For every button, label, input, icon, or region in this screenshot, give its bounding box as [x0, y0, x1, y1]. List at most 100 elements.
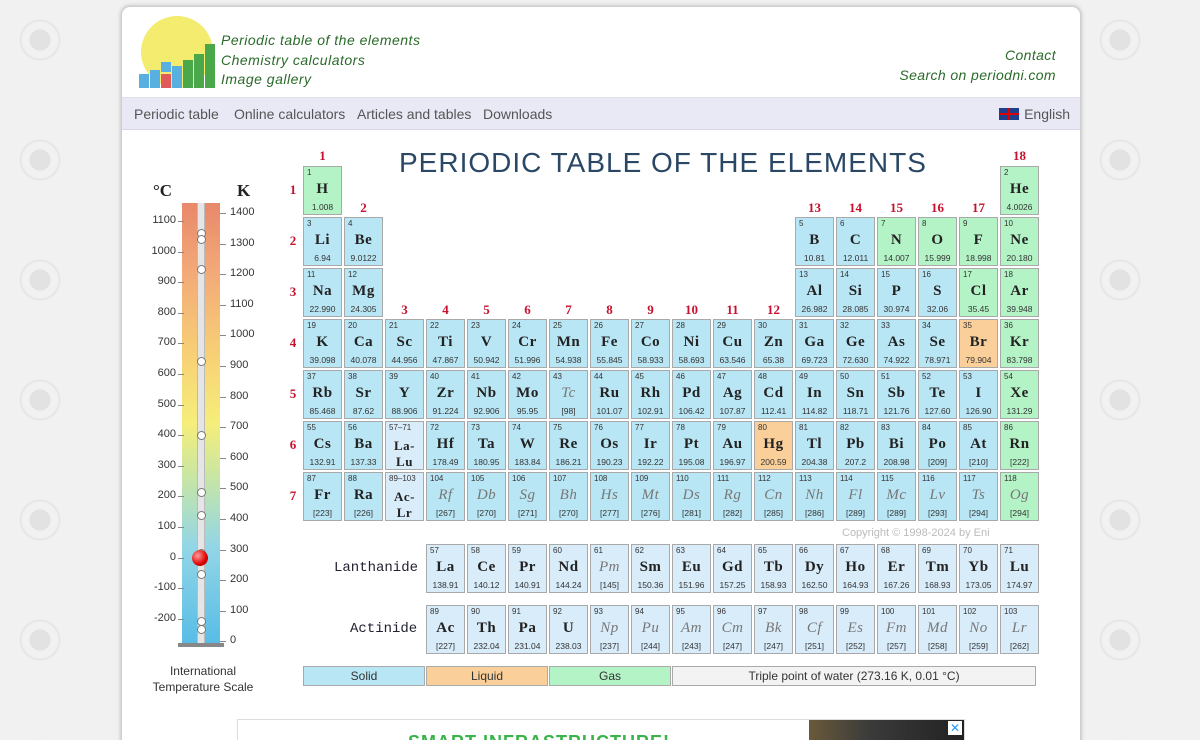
element-cell-lv[interactable]: 116 Lv [293]: [918, 472, 957, 521]
lanthanide-cell-nd[interactable]: 60 Nd 144.24: [549, 544, 588, 593]
lanthanide-cell-lu[interactable]: 71 Lu 174.97: [1000, 544, 1039, 593]
element-cell-at[interactable]: 85 At [210]: [959, 421, 998, 470]
lanthanide-cell-pm[interactable]: 61 Pm [145]: [590, 544, 629, 593]
element-cell-fr[interactable]: 87 Fr [223]: [303, 472, 342, 521]
element-cell-pd[interactable]: 46 Pd 106.42: [672, 370, 711, 419]
element-cell-nh[interactable]: 113 Nh [286]: [795, 472, 834, 521]
nav-online-calculators[interactable]: Online calculators: [234, 106, 345, 122]
element-cell-ba[interactable]: 56 Ba 137.33: [344, 421, 383, 470]
element-cell-ts[interactable]: 117 Ts [294]: [959, 472, 998, 521]
element-cell-rn[interactable]: 86 Rn [222]: [1000, 421, 1039, 470]
actinide-cell-pu[interactable]: 94 Pu [244]: [631, 605, 670, 654]
element-cell-cl[interactable]: 17 Cl 35.45: [959, 268, 998, 317]
element-cell-rb[interactable]: 37 Rb 85.468: [303, 370, 342, 419]
nav-downloads[interactable]: Downloads: [483, 106, 552, 122]
actinide-cell-no[interactable]: 102 No [259]: [959, 605, 998, 654]
lanthanide-cell-sm[interactable]: 62 Sm 150.36: [631, 544, 670, 593]
element-cell-la-lu[interactable]: 57–71 La-Lu: [385, 421, 424, 470]
element-cell-si[interactable]: 14 Si 28.085: [836, 268, 875, 317]
element-cell-br[interactable]: 35 Br 79.904: [959, 319, 998, 368]
lanthanide-cell-pr[interactable]: 59 Pr 140.91: [508, 544, 547, 593]
advertisement-banner[interactable]: SMART INFRASTRUCTURE! ✕: [237, 719, 965, 740]
element-cell-fl[interactable]: 114 Fl [289]: [836, 472, 875, 521]
element-cell-fe[interactable]: 26 Fe 55.845: [590, 319, 629, 368]
link-search[interactable]: Search on periodni.com: [899, 66, 1056, 86]
actinide-cell-cf[interactable]: 98 Cf [251]: [795, 605, 834, 654]
element-cell-cs[interactable]: 55 Cs 132.91: [303, 421, 342, 470]
element-cell-hg[interactable]: 80 Hg 200.59: [754, 421, 793, 470]
nav-periodic-table[interactable]: Periodic table: [134, 106, 219, 122]
element-cell-ge[interactable]: 32 Ge 72.630: [836, 319, 875, 368]
element-cell-co[interactable]: 27 Co 58.933: [631, 319, 670, 368]
element-cell-au[interactable]: 79 Au 196.97: [713, 421, 752, 470]
element-cell-te[interactable]: 52 Te 127.60: [918, 370, 957, 419]
actinide-cell-u[interactable]: 92 U 238.03: [549, 605, 588, 654]
element-cell-ir[interactable]: 77 Ir 192.22: [631, 421, 670, 470]
lanthanide-cell-dy[interactable]: 66 Dy 162.50: [795, 544, 834, 593]
lanthanide-cell-tb[interactable]: 65 Tb 158.93: [754, 544, 793, 593]
temperature-marker[interactable]: [197, 357, 206, 366]
element-cell-cr[interactable]: 24 Cr 51.996: [508, 319, 547, 368]
element-cell-sr[interactable]: 38 Sr 87.62: [344, 370, 383, 419]
actinide-cell-md[interactable]: 101 Md [258]: [918, 605, 957, 654]
element-cell-ga[interactable]: 31 Ga 69.723: [795, 319, 834, 368]
element-cell-in[interactable]: 49 In 114.82: [795, 370, 834, 419]
link-periodic-table[interactable]: Periodic table of the elements: [221, 31, 420, 51]
element-cell-f[interactable]: 9 F 18.998: [959, 217, 998, 266]
element-cell-ac-lr[interactable]: 89–103 Ac-Lr: [385, 472, 424, 521]
element-cell-sn[interactable]: 50 Sn 118.71: [836, 370, 875, 419]
element-cell-pt[interactable]: 78 Pt 195.08: [672, 421, 711, 470]
element-cell-os[interactable]: 76 Os 190.23: [590, 421, 629, 470]
actinide-cell-cm[interactable]: 96 Cm [247]: [713, 605, 752, 654]
actinide-cell-lr[interactable]: 103 Lr [262]: [1000, 605, 1039, 654]
element-cell-ag[interactable]: 47 Ag 107.87: [713, 370, 752, 419]
lanthanide-cell-la[interactable]: 57 La 138.91: [426, 544, 465, 593]
element-cell-kr[interactable]: 36 Kr 83.798: [1000, 319, 1039, 368]
element-cell-xe[interactable]: 54 Xe 131.29: [1000, 370, 1039, 419]
element-cell-y[interactable]: 39 Y 88.906: [385, 370, 424, 419]
temperature-marker[interactable]: [197, 625, 206, 634]
element-cell-ne[interactable]: 10 Ne 20.180: [1000, 217, 1039, 266]
element-cell-ar[interactable]: 18 Ar 39.948: [1000, 268, 1039, 317]
temperature-marker[interactable]: [197, 570, 206, 579]
element-cell-sg[interactable]: 106 Sg [271]: [508, 472, 547, 521]
language-selector[interactable]: English: [999, 106, 1070, 122]
temperature-marker[interactable]: [197, 431, 206, 440]
element-cell-ru[interactable]: 44 Ru 101.07: [590, 370, 629, 419]
element-cell-hs[interactable]: 108 Hs [277]: [590, 472, 629, 521]
element-cell-na[interactable]: 11 Na 22.990: [303, 268, 342, 317]
actinide-cell-fm[interactable]: 100 Fm [257]: [877, 605, 916, 654]
element-cell-bi[interactable]: 83 Bi 208.98: [877, 421, 916, 470]
element-cell-ds[interactable]: 110 Ds [281]: [672, 472, 711, 521]
element-cell-ti[interactable]: 22 Ti 47.867: [426, 319, 465, 368]
element-cell-rf[interactable]: 104 Rf [267]: [426, 472, 465, 521]
element-cell-rg[interactable]: 111 Rg [282]: [713, 472, 752, 521]
temperature-marker[interactable]: [197, 511, 206, 520]
element-cell-cn[interactable]: 112 Cn [285]: [754, 472, 793, 521]
element-cell-c[interactable]: 6 C 12.011: [836, 217, 875, 266]
element-cell-o[interactable]: 8 O 15.999: [918, 217, 957, 266]
actinide-cell-np[interactable]: 93 Np [237]: [590, 605, 629, 654]
element-cell-pb[interactable]: 82 Pb 207.2: [836, 421, 875, 470]
lanthanide-cell-ho[interactable]: 67 Ho 164.93: [836, 544, 875, 593]
actinide-cell-th[interactable]: 90 Th 232.04: [467, 605, 506, 654]
element-cell-al[interactable]: 13 Al 26.982: [795, 268, 834, 317]
element-cell-mc[interactable]: 115 Mc [289]: [877, 472, 916, 521]
lanthanide-cell-ce[interactable]: 58 Ce 140.12: [467, 544, 506, 593]
element-cell-be[interactable]: 4 Be 9.0122: [344, 217, 383, 266]
link-contact[interactable]: Contact: [899, 46, 1056, 66]
nav-articles-tables[interactable]: Articles and tables: [357, 106, 471, 122]
lanthanide-cell-gd[interactable]: 64 Gd 157.25: [713, 544, 752, 593]
actinide-cell-ac[interactable]: 89 Ac [227]: [426, 605, 465, 654]
element-cell-mt[interactable]: 109 Mt [276]: [631, 472, 670, 521]
element-cell-po[interactable]: 84 Po [209]: [918, 421, 957, 470]
temperature-marker[interactable]: [197, 235, 206, 244]
element-cell-ra[interactable]: 88 Ra [226]: [344, 472, 383, 521]
actinide-cell-pa[interactable]: 91 Pa 231.04: [508, 605, 547, 654]
temperature-marker[interactable]: [197, 265, 206, 274]
site-logo[interactable]: [137, 14, 217, 94]
lanthanide-cell-er[interactable]: 68 Er 167.26: [877, 544, 916, 593]
element-cell-se[interactable]: 34 Se 78.971: [918, 319, 957, 368]
element-cell-bh[interactable]: 107 Bh [270]: [549, 472, 588, 521]
element-cell-sc[interactable]: 21 Sc 44.956: [385, 319, 424, 368]
